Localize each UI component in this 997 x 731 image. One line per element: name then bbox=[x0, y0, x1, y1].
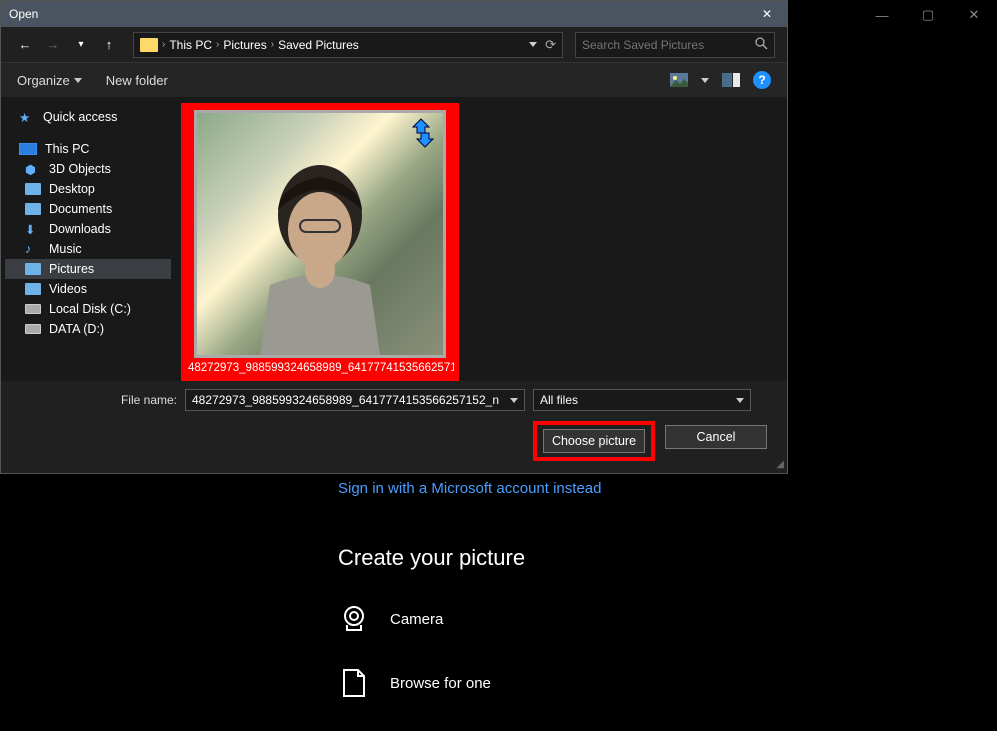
sign-in-link[interactable]: Sign in with a Microsoft account instead bbox=[338, 480, 980, 497]
forward-button[interactable]: → bbox=[41, 33, 65, 57]
dialog-close-button[interactable]: ✕ bbox=[755, 2, 779, 26]
drive-icon bbox=[25, 324, 41, 334]
sidebar-item-label: 3D Objects bbox=[49, 162, 111, 176]
sidebar-item-downloads[interactable]: ⬇ Downloads bbox=[5, 219, 171, 239]
dialog-footer: File name: All files Choose picture Canc… bbox=[1, 381, 787, 473]
sidebar-item-label: Quick access bbox=[43, 110, 117, 124]
cursor-overlay-icon bbox=[407, 117, 439, 149]
sidebar-item-3d-objects[interactable]: ⬢ 3D Objects bbox=[5, 159, 171, 179]
view-thumb-icon[interactable] bbox=[669, 70, 689, 90]
browse-icon bbox=[338, 667, 370, 699]
breadcrumb-root[interactable]: This PC bbox=[169, 38, 212, 52]
filename-field[interactable] bbox=[185, 389, 525, 411]
browse-option[interactable]: Browse for one bbox=[338, 667, 980, 699]
sidebar-item-label: This PC bbox=[45, 142, 89, 156]
parent-window: — ▢ ✕ Sign in with a Microsoft account i… bbox=[0, 0, 997, 704]
thumbnail-image bbox=[194, 110, 446, 358]
preview-pane-icon[interactable] bbox=[721, 70, 741, 90]
pc-icon bbox=[19, 143, 37, 155]
folder-icon bbox=[25, 263, 41, 275]
create-picture-heading: Create your picture bbox=[338, 545, 980, 571]
minimize-button[interactable]: — bbox=[859, 0, 905, 30]
folder-icon bbox=[25, 203, 41, 215]
new-folder-button[interactable]: New folder bbox=[106, 73, 168, 88]
breadcrumb-saved-pictures[interactable]: Saved Pictures bbox=[278, 38, 359, 52]
download-icon: ⬇ bbox=[25, 222, 41, 236]
sidebar-item-pictures[interactable]: Pictures bbox=[5, 259, 171, 279]
help-button[interactable]: ? bbox=[753, 71, 771, 89]
breadcrumb-sep: › bbox=[162, 39, 165, 50]
filename-input[interactable] bbox=[192, 393, 502, 407]
file-list-area[interactable]: 48272973_988599324658989_641777415356625… bbox=[175, 97, 787, 381]
recent-locations-button[interactable]: ▾ bbox=[69, 33, 93, 57]
drive-icon bbox=[25, 304, 41, 314]
search-box[interactable] bbox=[575, 32, 775, 58]
sidebar-item-label: Videos bbox=[49, 282, 87, 296]
filetype-filter[interactable]: All files bbox=[533, 389, 751, 411]
sidebar-item-quick-access[interactable]: ★ Quick access bbox=[5, 107, 171, 127]
chevron-down-icon[interactable] bbox=[510, 398, 518, 403]
cube-icon: ⬢ bbox=[25, 162, 41, 176]
folder-icon bbox=[140, 38, 158, 52]
chevron-down-icon bbox=[74, 78, 82, 83]
choose-picture-button[interactable]: Choose picture bbox=[543, 429, 645, 453]
folder-icon bbox=[25, 183, 41, 195]
sidebar-item-label: Desktop bbox=[49, 182, 95, 196]
breadcrumb-pictures[interactable]: Pictures bbox=[223, 38, 266, 52]
back-button[interactable]: ← bbox=[13, 33, 37, 57]
selected-thumbnail[interactable]: 48272973_988599324658989_641777415356625… bbox=[181, 103, 459, 381]
resize-grip[interactable]: ◢ bbox=[776, 459, 784, 470]
sidebar-item-local-disk[interactable]: Local Disk (C:) bbox=[5, 299, 171, 319]
maximize-button[interactable]: ▢ bbox=[905, 0, 951, 30]
sidebar-item-label: Downloads bbox=[49, 222, 111, 236]
close-button[interactable]: ✕ bbox=[951, 0, 997, 30]
chevron-down-icon[interactable] bbox=[701, 78, 709, 83]
sidebar-item-videos[interactable]: Videos bbox=[5, 279, 171, 299]
sidebar-item-data-d[interactable]: DATA (D:) bbox=[5, 319, 171, 339]
music-icon: ♪ bbox=[25, 242, 41, 256]
star-icon: ★ bbox=[19, 110, 35, 124]
breadcrumb-sep: › bbox=[216, 39, 219, 50]
thumbnail-filename: 48272973_988599324658989_641777415356625… bbox=[186, 358, 454, 374]
refresh-button[interactable]: ⟳ bbox=[545, 37, 556, 53]
filename-label: File name: bbox=[17, 393, 177, 407]
sidebar-item-documents[interactable]: Documents bbox=[5, 199, 171, 219]
breadcrumb-sep: › bbox=[271, 39, 274, 50]
file-open-dialog: Open ✕ ← → ▾ ↑ › This PC › Pictures › Sa… bbox=[0, 0, 788, 474]
sidebar-item-this-pc[interactable]: This PC bbox=[5, 139, 171, 159]
dialog-titlebar[interactable]: Open ✕ bbox=[1, 1, 787, 27]
choose-highlight: Choose picture bbox=[533, 421, 655, 461]
dialog-toolbar: Organize New folder ? bbox=[1, 63, 787, 97]
filter-label: All files bbox=[540, 393, 578, 407]
up-button[interactable]: ↑ bbox=[97, 33, 121, 57]
sidebar-item-label: DATA (D:) bbox=[49, 322, 104, 336]
sidebar-item-desktop[interactable]: Desktop bbox=[5, 179, 171, 199]
breadcrumb[interactable]: › This PC › Pictures › Saved Pictures ⟳ bbox=[133, 32, 563, 58]
sidebar-item-label: Local Disk (C:) bbox=[49, 302, 131, 316]
cancel-button[interactable]: Cancel bbox=[665, 425, 767, 449]
browse-label: Browse for one bbox=[390, 675, 491, 692]
dialog-title: Open bbox=[9, 7, 38, 21]
chevron-down-icon[interactable] bbox=[529, 42, 537, 47]
search-icon bbox=[755, 37, 768, 53]
sidebar[interactable]: ★ Quick access This PC ⬢ 3D Objects Desk… bbox=[1, 97, 175, 381]
dialog-navbar: ← → ▾ ↑ › This PC › Pictures › Saved Pic… bbox=[1, 27, 787, 63]
chevron-down-icon bbox=[736, 398, 744, 403]
folder-icon bbox=[25, 283, 41, 295]
sidebar-item-label: Pictures bbox=[49, 262, 94, 276]
sidebar-item-label: Music bbox=[49, 242, 82, 256]
camera-label: Camera bbox=[390, 611, 443, 628]
sidebar-item-label: Documents bbox=[49, 202, 112, 216]
search-input[interactable] bbox=[582, 38, 742, 52]
organize-button[interactable]: Organize bbox=[17, 73, 82, 88]
sidebar-item-music[interactable]: ♪ Music bbox=[5, 239, 171, 259]
person-photo bbox=[240, 155, 400, 355]
dialog-body: ★ Quick access This PC ⬢ 3D Objects Desk… bbox=[1, 97, 787, 381]
camera-icon bbox=[338, 603, 370, 635]
camera-option[interactable]: Camera bbox=[338, 603, 980, 635]
